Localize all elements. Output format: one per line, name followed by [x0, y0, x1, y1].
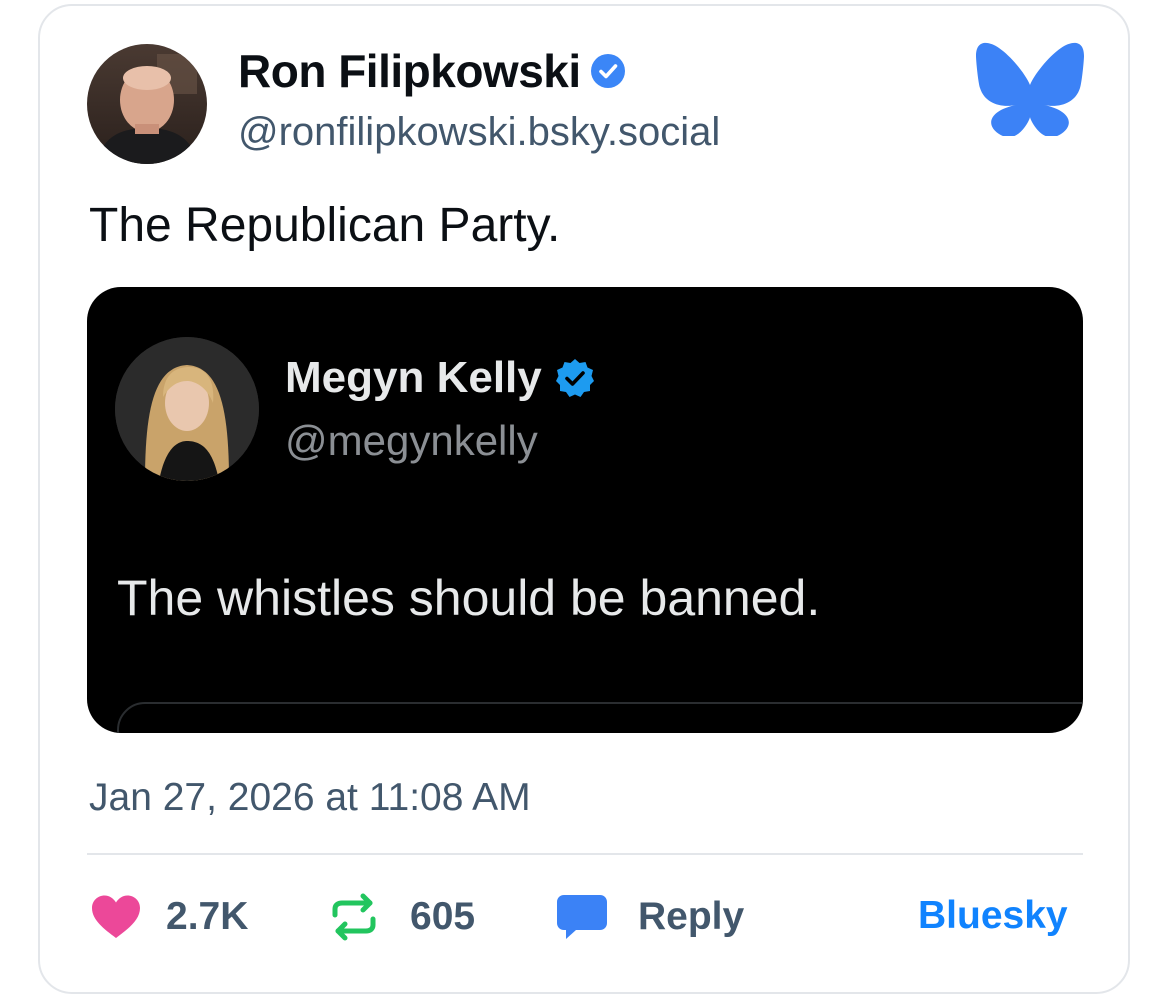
- embed-author-handle: @megynkelly: [285, 417, 538, 464]
- post-timestamp[interactable]: Jan 27, 2026 at 11:08 AM: [89, 776, 531, 820]
- speech-bubble-icon: [557, 895, 607, 939]
- embed-author-avatar: [115, 337, 259, 481]
- embed-author-name-text: Megyn Kelly: [285, 353, 542, 402]
- post-text: The Republican Party.: [89, 199, 561, 252]
- bluesky-link[interactable]: Bluesky: [918, 894, 1068, 938]
- like-count: 2.7K: [166, 895, 249, 938]
- repost-count: 605: [410, 895, 476, 938]
- embed-author-name: Megyn Kelly: [285, 353, 596, 403]
- reply-label: Reply: [638, 895, 745, 938]
- like-button[interactable]: 2.7K: [90, 890, 248, 944]
- author-handle[interactable]: @ronfilipkowski.bsky.social: [238, 110, 720, 155]
- divider: [87, 853, 1083, 855]
- embed-text: The whistles should be banned.: [117, 570, 821, 626]
- author-avatar[interactable]: [87, 44, 207, 164]
- author-name-text: Ron Filipkowski: [238, 45, 581, 97]
- bluesky-butterfly-icon[interactable]: [976, 42, 1084, 136]
- reply-button[interactable]: Reply: [556, 890, 744, 944]
- verified-check-icon: [555, 359, 594, 397]
- repost-button[interactable]: 605: [330, 890, 475, 944]
- embed-inner-card-edge: [117, 702, 1083, 733]
- repost-icon: [332, 893, 376, 941]
- verified-check-icon: [590, 54, 625, 88]
- author-display-name[interactable]: Ron Filipkowski: [238, 44, 625, 98]
- heart-icon: [92, 895, 140, 938]
- embedded-image[interactable]: Megyn Kelly @megynkelly The whistles sho…: [87, 287, 1083, 733]
